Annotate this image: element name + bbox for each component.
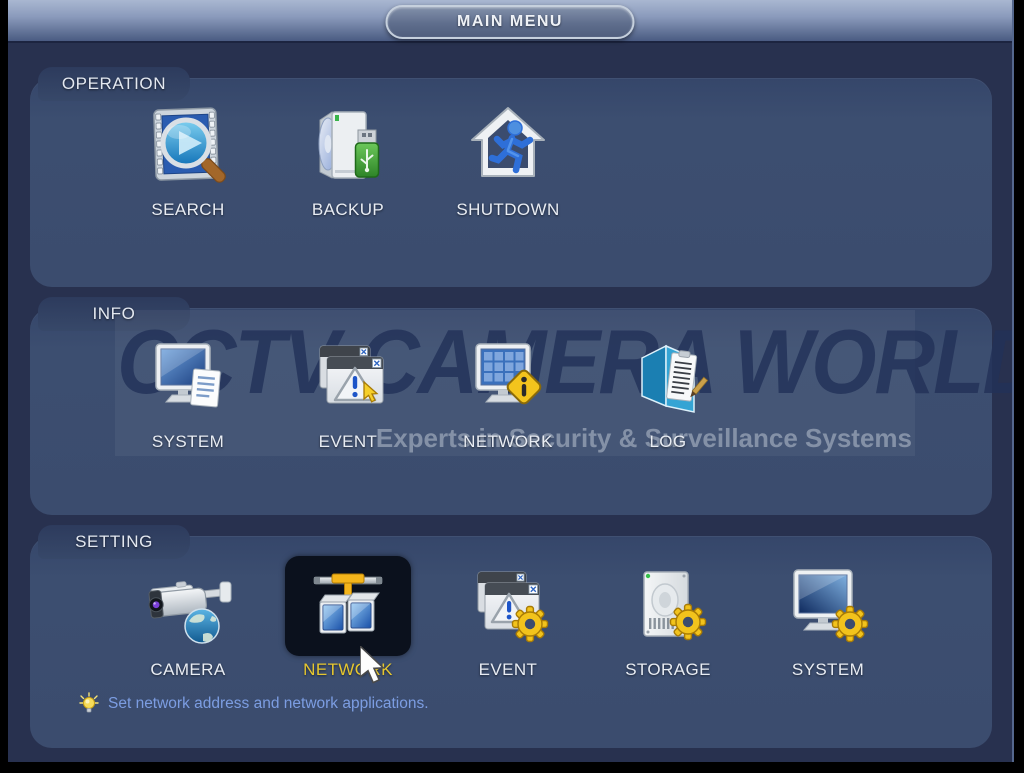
menu-item-label: EVENT — [319, 432, 378, 452]
menu-item-label: LOG — [649, 432, 686, 452]
dvr-main-menu-screen: MAIN MENU OPERATION — [0, 0, 1024, 773]
menu-item-label: SYSTEM — [792, 660, 864, 680]
menu-item-network-info[interactable]: NETWORK — [433, 332, 583, 452]
hint-row: Set network address and network applicat… — [78, 692, 429, 716]
menu-item-storage[interactable]: STORAGE — [593, 560, 743, 680]
menu-item-system-setting[interactable]: SYSTEM — [753, 560, 903, 680]
menu-item-label: SEARCH — [151, 200, 224, 220]
menu-item-label: SYSTEM — [152, 432, 224, 452]
page-title-label: MAIN MENU — [457, 13, 563, 31]
menu-item-event-setting[interactable]: EVENT — [433, 560, 583, 680]
menu-item-label: EVENT — [479, 660, 538, 680]
system-info-icon — [142, 332, 234, 424]
menu-item-label: CAMERA — [150, 660, 225, 680]
event-setting-icon — [462, 560, 554, 652]
menu-item-system-info[interactable]: SYSTEM — [113, 332, 263, 452]
setting-row: CAMERA — [113, 560, 903, 680]
event-info-icon — [302, 332, 394, 424]
menu-item-backup[interactable]: BACKUP — [273, 100, 423, 220]
menu-item-shutdown[interactable]: SHUTDOWN — [433, 100, 583, 220]
content-area: MAIN MENU OPERATION — [8, 0, 1014, 762]
panel-setting: SETTING — [30, 536, 992, 748]
log-icon — [622, 332, 714, 424]
menu-item-event-info[interactable]: EVENT — [273, 332, 423, 452]
menu-item-search[interactable]: SEARCH — [113, 100, 263, 220]
backup-icon — [302, 100, 394, 192]
section-tab-setting: SETTING — [38, 525, 190, 559]
shutdown-icon — [462, 100, 554, 192]
panel-operation: OPERATION — [30, 78, 992, 287]
operation-row: SEARCH — [113, 100, 583, 220]
mouse-cursor — [360, 646, 388, 691]
network-setting-icon — [302, 560, 394, 652]
menu-item-camera[interactable]: CAMERA — [113, 560, 263, 680]
header-bar: MAIN MENU — [8, 0, 1012, 43]
info-row: SYSTEM — [113, 332, 743, 452]
section-tab-operation: OPERATION — [38, 67, 190, 101]
section-label: OPERATION — [62, 74, 166, 94]
network-info-icon — [462, 332, 554, 424]
section-label: SETTING — [75, 532, 153, 552]
system-setting-icon — [782, 560, 874, 652]
bulb-icon — [78, 692, 100, 716]
section-label: INFO — [92, 304, 135, 324]
camera-icon — [142, 560, 234, 652]
menu-item-label: NETWORK — [463, 432, 553, 452]
page-title: MAIN MENU — [386, 5, 635, 39]
panel-info: INFO — [30, 308, 992, 515]
storage-icon — [622, 560, 714, 652]
hint-text: Set network address and network applicat… — [108, 695, 429, 713]
search-icon — [142, 100, 234, 192]
menu-item-label: BACKUP — [312, 200, 384, 220]
menu-item-log[interactable]: LOG — [593, 332, 743, 452]
section-tab-info: INFO — [38, 297, 190, 331]
menu-item-label: SHUTDOWN — [456, 200, 559, 220]
menu-item-label: STORAGE — [625, 660, 711, 680]
menu-item-network-setting[interactable]: NETWORK — [273, 560, 423, 680]
